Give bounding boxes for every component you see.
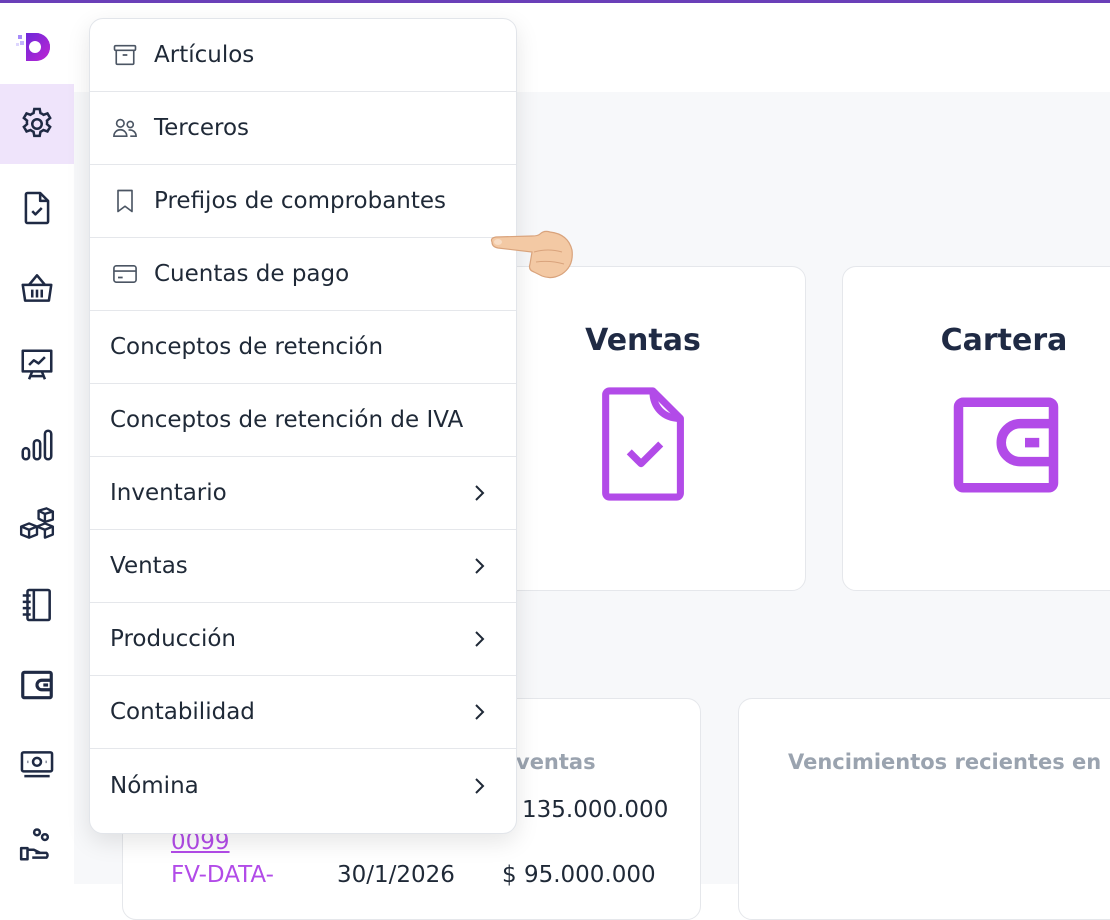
menu-item-conceptos-de-retencion[interactable]: Conceptos de retención <box>90 311 516 384</box>
sidebar <box>0 3 74 884</box>
menu-item-label: Contabilidad <box>110 699 255 725</box>
sidebar-item-settings[interactable] <box>0 84 74 164</box>
cartera-card-title: Cartera <box>940 323 1068 358</box>
menu-item-conceptos-de-retencion-de-iva[interactable]: Conceptos de retención de IVA <box>90 384 516 457</box>
ventas-panel-title: ventas <box>516 750 596 774</box>
sidebar-item-documents[interactable] <box>0 168 74 248</box>
bookmark-icon <box>110 186 140 216</box>
vencimientos-panel <box>738 698 1110 920</box>
menu-item-label: Artículos <box>154 42 255 68</box>
hand-coins-icon <box>19 828 50 861</box>
menu-item-terceros[interactable]: Terceros <box>90 92 516 165</box>
chevron-right-icon <box>475 631 485 647</box>
menu-item-label: Prefijos de comprobantes <box>154 188 447 214</box>
vencimientos-panel-title: Vencimientos recientes en <box>788 750 1102 774</box>
notebook-icon <box>22 588 51 622</box>
banknote-icon <box>20 751 54 778</box>
sidebar-item-payroll[interactable] <box>0 805 74 885</box>
logo-icon[interactable] <box>14 27 54 67</box>
menu-item-label: Terceros <box>154 115 250 141</box>
chevron-right-icon <box>475 704 485 720</box>
gear-icon <box>22 107 52 138</box>
menu-item-label: Ventas <box>110 553 188 579</box>
menu-item-cuentas-de-pago[interactable]: Cuentas de pago <box>90 238 516 311</box>
top-accent-bar <box>0 0 1110 3</box>
sidebar-item-ledger[interactable] <box>0 565 74 645</box>
row-amount: $ 95.000.000 <box>502 862 656 888</box>
settings-dropdown-menu: Artículos Terceros Prefijos de comproban… <box>89 18 517 834</box>
menu-item-prefijos-de-comprobantes[interactable]: Prefijos de comprobantes <box>90 165 516 238</box>
presentation-chart-icon <box>21 349 53 380</box>
menu-item-label: Conceptos de retención de IVA <box>110 407 464 433</box>
menu-item-nomina[interactable]: Nómina <box>90 749 516 822</box>
sidebar-item-wallet[interactable] <box>0 645 74 725</box>
wallet-icon <box>953 397 1059 493</box>
menu-item-inventario[interactable]: Inventario <box>90 457 516 530</box>
menu-item-ventas[interactable]: Ventas <box>90 530 516 603</box>
wallet-icon <box>21 670 53 700</box>
menu-item-label: Cuentas de pago <box>154 261 350 287</box>
sidebar-item-purchases[interactable] <box>0 248 74 328</box>
basket-icon <box>21 274 53 302</box>
ventas-card-title: Ventas <box>585 323 701 358</box>
chevron-right-icon <box>475 558 485 574</box>
document-check-icon <box>602 387 684 501</box>
cartera-card[interactable]: Cartera <box>842 266 1110 591</box>
sidebar-item-analytics[interactable] <box>0 405 74 485</box>
row-date: 30/1/2026 <box>337 862 455 888</box>
menu-item-label: Conceptos de retención <box>110 334 384 360</box>
invoice-link[interactable]: FV-DATA- <box>171 862 274 888</box>
chevron-right-icon <box>475 777 485 794</box>
cubes-icon <box>19 507 55 539</box>
credit-card-icon <box>110 259 140 289</box>
document-check-icon <box>24 191 50 225</box>
menu-item-contabilidad[interactable]: Contabilidad <box>90 676 516 749</box>
archive-box-icon <box>110 40 140 70</box>
sidebar-item-payments[interactable] <box>0 725 74 805</box>
menu-item-label: Producción <box>110 626 236 652</box>
menu-item-articulos[interactable]: Artículos <box>90 19 516 92</box>
ventas-card[interactable]: Ventas <box>480 266 806 591</box>
chevron-right-icon <box>475 485 485 501</box>
row-amount: 135.000.000 <box>522 797 669 823</box>
menu-item-produccion[interactable]: Producción <box>90 603 516 676</box>
sidebar-item-reports[interactable] <box>0 325 74 405</box>
menu-item-label: Nómina <box>110 772 199 799</box>
users-icon <box>110 113 140 143</box>
bar-chart-icon <box>21 429 53 461</box>
sidebar-item-inventory[interactable] <box>0 485 74 565</box>
menu-item-label: Inventario <box>110 480 227 506</box>
pointing-hand-icon <box>490 230 573 279</box>
